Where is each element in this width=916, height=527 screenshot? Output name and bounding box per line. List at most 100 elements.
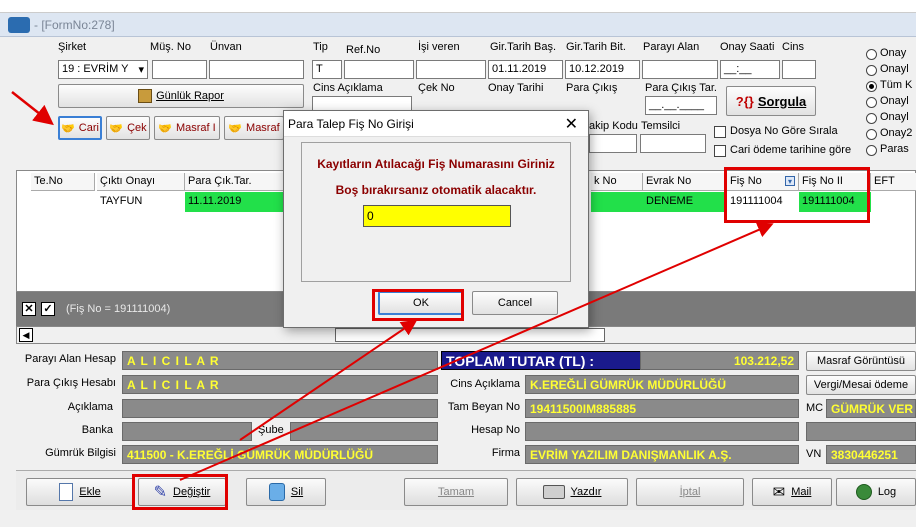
para-cikis-hesabi-field[interactable]: A L I C I L A R <box>122 375 438 394</box>
cins-input[interactable] <box>782 60 816 79</box>
takip-kodu-input[interactable] <box>589 134 637 153</box>
tip-input[interactable]: T <box>312 60 342 79</box>
filter-text: (Fiş No = 191111004) <box>66 303 171 315</box>
gunluk-rapor-button[interactable]: Günlük Rapor <box>58 84 304 108</box>
handshake-icon: 🤝 <box>61 122 75 135</box>
cari-odeme-checkbox[interactable] <box>714 145 726 157</box>
scroll-thumb[interactable] <box>335 328 605 342</box>
mus-no-input[interactable] <box>152 60 207 79</box>
grid-header-eft[interactable]: EFT <box>871 173 916 191</box>
masraf-i-button[interactable]: 🤝 Masraf I <box>154 116 220 140</box>
sorgula-icon: ?{} <box>735 93 754 109</box>
radio-onay[interactable] <box>866 49 877 60</box>
label-gir-tarih-bit: Gir.Tarih Bit. <box>566 41 626 53</box>
cins-aciklama-field[interactable]: K.EREĞLİ GÜMRÜK MÜDÜRLÜĞÜ <box>525 375 799 394</box>
grid-header-evrak-no[interactable]: Evrak No <box>643 173 725 191</box>
sube-field[interactable] <box>290 422 438 441</box>
gir-tarih-bas-input[interactable]: 01.11.2019 <box>488 60 563 79</box>
cari-button[interactable]: 🤝 Cari <box>58 116 102 140</box>
grid-cell[interactable] <box>591 192 643 212</box>
firma-field[interactable]: EVRİM YAZILIM DANIŞMANLIK A.Ş. <box>525 445 799 464</box>
radio-onayli-3[interactable] <box>866 113 877 124</box>
masraf-goruntusu-button[interactable]: Masraf Görüntüsü <box>806 351 916 371</box>
handshake-icon: 🤝 <box>109 122 124 135</box>
toplam-tutar-value: 103.212,52 <box>640 351 799 370</box>
sil-button[interactable]: Sil <box>246 478 326 506</box>
label-gumruk-bilgisi: Gümrük Bilgisi <box>45 447 116 459</box>
dialog-title: Para Talep Fiş No Girişi <box>288 117 414 131</box>
dialog-line-2: Boş bırakırsanız otomatik alacaktır. <box>335 183 537 197</box>
tamam-button[interactable]: Tamam <box>404 478 508 506</box>
recycle-bin-icon <box>268 483 285 501</box>
mail-button[interactable]: ✉ Mail <box>752 478 832 506</box>
isi-veren-input[interactable] <box>416 60 486 79</box>
para-cikis-tar-input[interactable]: __.__.____ <box>645 96 717 115</box>
masraf-button[interactable]: 🤝 Masraf <box>224 116 284 140</box>
gir-tarih-bit-input[interactable]: 10.12.2019 <box>565 60 640 79</box>
grid-header-para-cik-tar[interactable]: Para Çık.Tar. <box>185 173 285 191</box>
parayi-alan-hesap-field[interactable]: A L I C I L A R <box>122 351 438 370</box>
unvan-input[interactable] <box>209 60 304 79</box>
grid-cell[interactable]: 11.11.2019 <box>185 192 285 212</box>
temsilci-input[interactable] <box>640 134 706 153</box>
radio-onay2[interactable] <box>866 129 877 140</box>
label-para-cikis-hesabi: Para Çıkış Hesabı <box>26 377 116 389</box>
grid-cell[interactable]: DENEME <box>643 192 727 212</box>
label-onay-saati: Onay Saati <box>720 41 775 53</box>
mc-field[interactable]: GÜMRÜK VER <box>826 399 916 418</box>
onay-saati-input[interactable]: __:__ <box>720 60 780 79</box>
parayi-alan-input[interactable] <box>642 60 718 79</box>
chevron-down-icon: ▾ <box>138 64 144 76</box>
label-cins-aciklama-2: Cins Açıklama <box>450 378 520 390</box>
radio-label: Tüm K <box>880 79 913 91</box>
horizontal-scrollbar[interactable]: ◀ <box>16 326 916 344</box>
sirket-select[interactable]: 19 : EVRİM Y ▾ <box>58 60 148 79</box>
banka-field[interactable] <box>122 422 252 441</box>
clear-filter-icon[interactable]: ✕ <box>22 302 36 316</box>
radio-onayli-1[interactable] <box>866 65 877 76</box>
label-banka: Banka <box>81 424 113 436</box>
log-label: Log <box>877 486 897 498</box>
ref-no-input[interactable] <box>344 60 414 79</box>
ekle-button[interactable]: Ekle <box>26 478 134 506</box>
close-icon[interactable]: ✕ <box>565 114 578 134</box>
dosya-checkbox[interactable] <box>714 126 726 138</box>
label-aciklama: Açıklama <box>67 401 113 413</box>
radio-paras[interactable] <box>866 145 877 156</box>
grid-header-te-no[interactable]: Te.No <box>31 173 95 191</box>
label-tip: Tip <box>313 41 328 53</box>
radio-label: Onayl <box>880 111 909 123</box>
cancel-button[interactable]: Cancel <box>472 291 558 315</box>
radio-tum[interactable] <box>866 81 877 92</box>
radio-onayli-2[interactable] <box>866 97 877 108</box>
grid-header-k-no[interactable]: k No <box>591 173 643 191</box>
yazdir-button[interactable]: Yazdır <box>516 478 628 506</box>
aciklama-field[interactable] <box>122 399 438 418</box>
grid-cell[interactable]: TAYFUN <box>97 192 185 212</box>
annotation-box-ok <box>372 289 464 321</box>
tam-beyan-no-field[interactable]: 19411500IM885885 <box>525 399 799 418</box>
log-button[interactable]: Log <box>836 478 916 506</box>
grid-cell[interactable] <box>31 192 97 212</box>
vergi-mesai-odeme-button[interactable]: Vergi/Mesai ödeme <box>806 375 916 395</box>
hesap-no-field[interactable] <box>525 422 799 441</box>
label-hesap-no: Hesap No <box>471 424 520 436</box>
scroll-left-icon[interactable]: ◀ <box>19 328 33 342</box>
extra-field[interactable] <box>806 422 916 441</box>
iptal-button[interactable]: İptal <box>636 478 744 506</box>
sorgula-button[interactable]: ?{} Sorgula <box>726 86 816 116</box>
printer-icon <box>542 485 565 499</box>
title-bar: - [FormNo:278] <box>0 13 916 37</box>
label-sirket: Şirket <box>58 41 87 53</box>
filter-checkbox[interactable]: ✓ <box>41 302 55 316</box>
grid-cell[interactable] <box>871 192 916 212</box>
cek-button[interactable]: 🤝 Çek <box>106 116 150 140</box>
cek-label: Çek <box>127 122 147 134</box>
fis-no-input[interactable]: 0 <box>363 205 511 227</box>
grid-header-cikti-onayi[interactable]: Çıktı Onayı <box>97 173 185 191</box>
label-onay-tarihi: Onay Tarihi <box>488 82 544 94</box>
vn-field[interactable]: 3830446251 <box>826 445 916 464</box>
gumruk-bilgisi-field[interactable]: 411500 - K.EREĞLİ GÜMRÜK MÜDÜRLÜĞÜ <box>122 445 438 464</box>
annotation-box-fis-no <box>724 167 870 223</box>
label-mus-no: Müş. No <box>150 41 191 53</box>
